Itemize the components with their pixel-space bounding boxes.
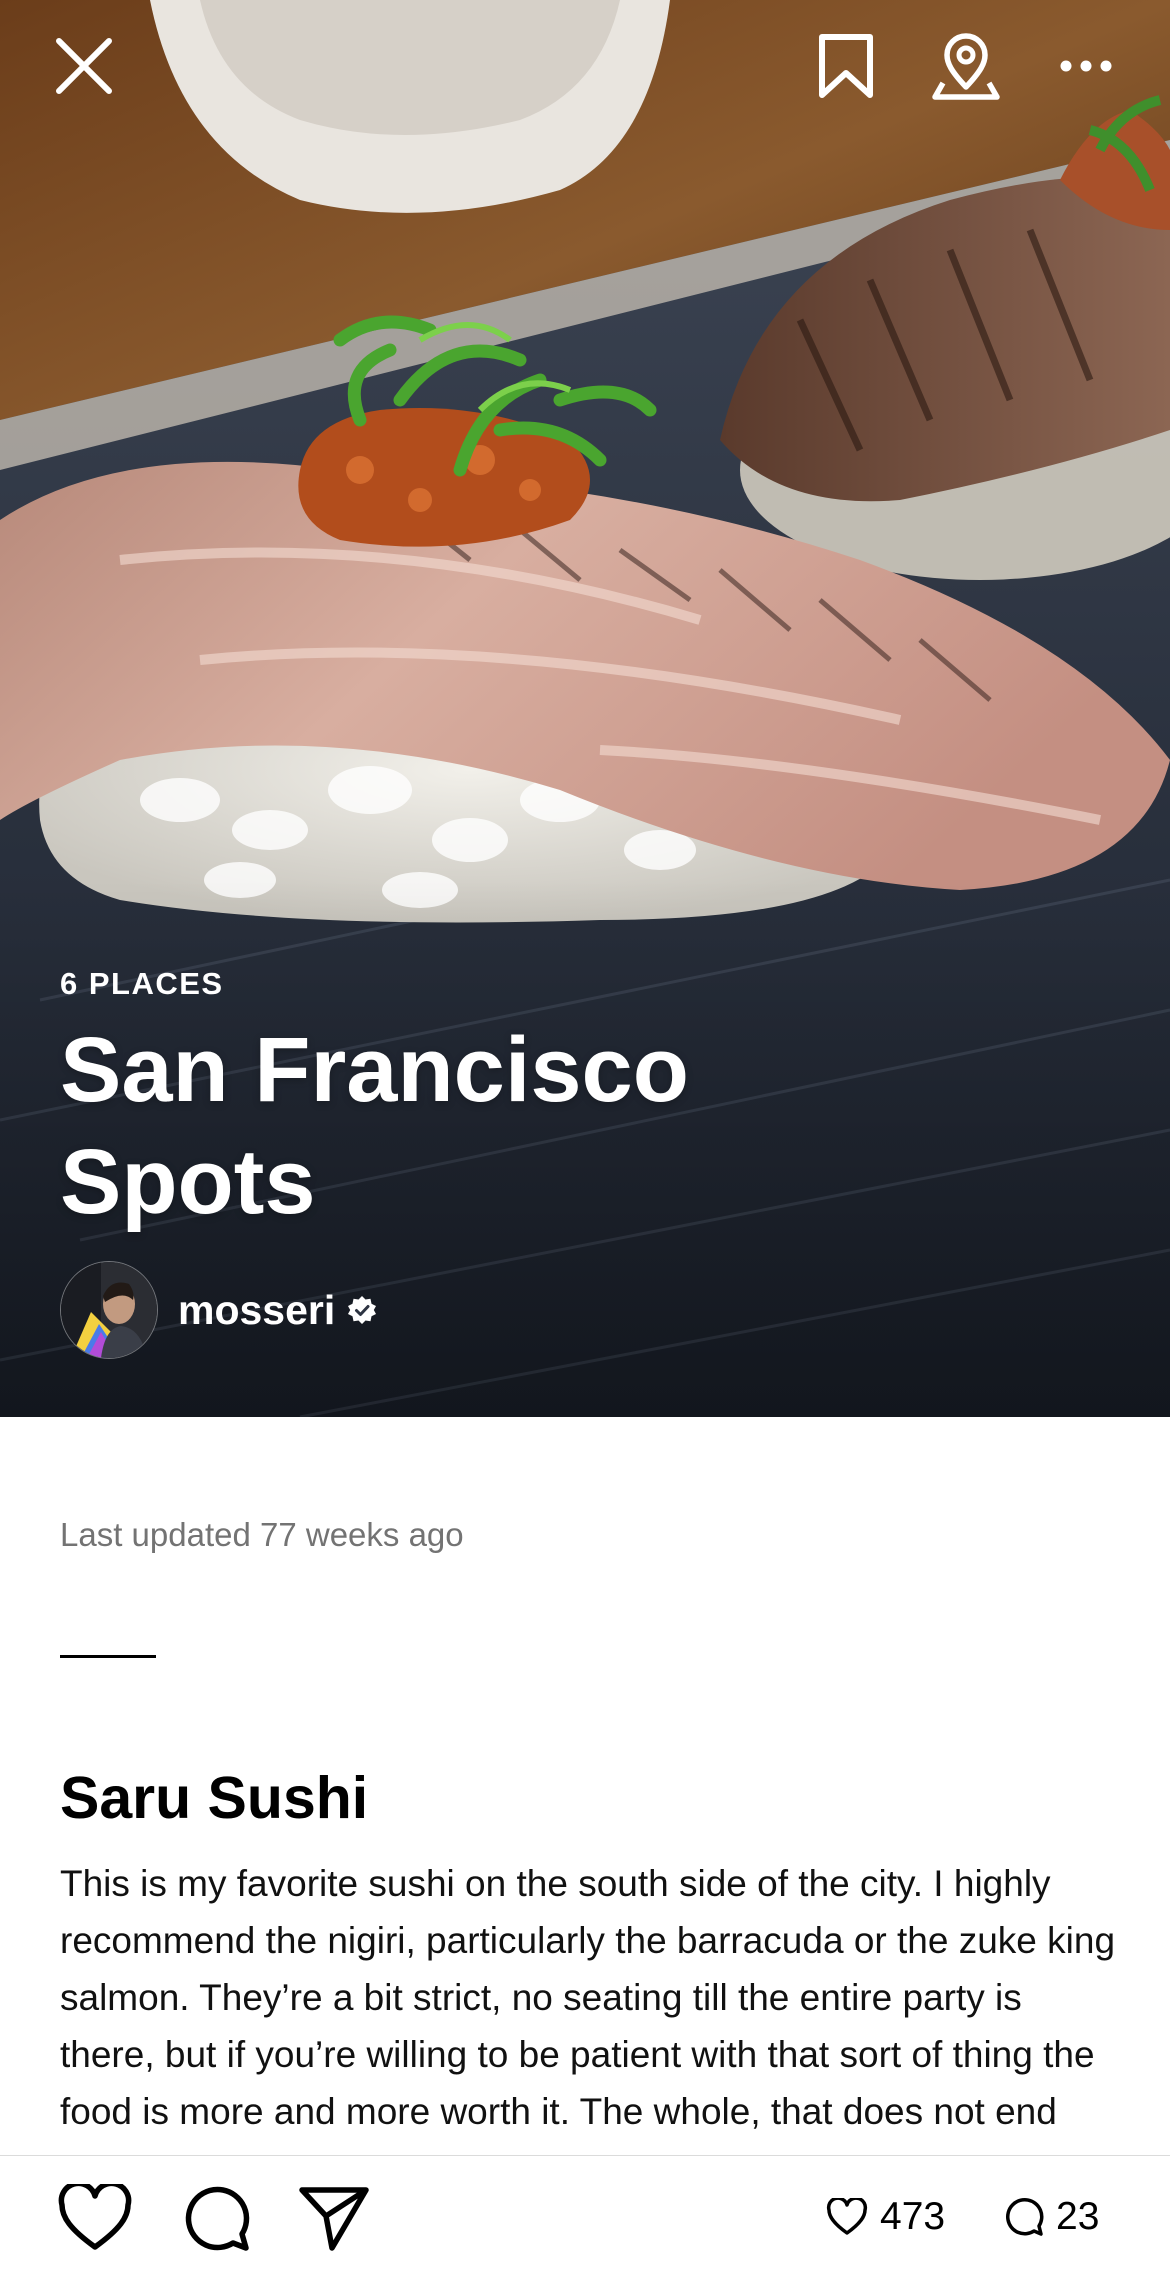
comment-button[interactable] xyxy=(182,2184,250,2257)
heart-small-icon xyxy=(826,2198,868,2235)
cover-photo: 6 PLACES San Francisco Spots mosseri xyxy=(0,0,1170,1417)
author-row[interactable]: mosseri xyxy=(60,1261,377,1359)
comments-count[interactable]: 23 xyxy=(1004,2192,1099,2242)
places-count: 6 PLACES xyxy=(60,966,224,1001)
likes-count[interactable]: 473 xyxy=(826,2192,945,2242)
map-button[interactable] xyxy=(928,28,1004,104)
place-description: This is my favorite sushi on the south s… xyxy=(60,1863,1116,2132)
close-icon xyxy=(56,38,112,94)
save-button[interactable] xyxy=(808,28,884,104)
comment-small-icon xyxy=(1005,2197,1044,2236)
author-name[interactable]: mosseri xyxy=(178,1287,335,1334)
comment-icon xyxy=(185,2186,250,2251)
place-name[interactable]: Saru Sushi xyxy=(60,1760,368,1836)
map-pin-icon xyxy=(932,33,1000,100)
send-icon xyxy=(299,2187,369,2251)
more-options-button[interactable] xyxy=(1048,28,1124,104)
top-bar xyxy=(0,0,1170,130)
guide-title: San Francisco Spots xyxy=(60,1019,689,1233)
likes-value: 473 xyxy=(880,2195,946,2238)
guide-header: 6 PLACES San Francisco Spots xyxy=(60,958,1110,1238)
author-photo xyxy=(61,1262,157,1358)
close-button[interactable] xyxy=(46,28,122,104)
bottom-action-bar: 473 23 xyxy=(0,2155,1170,2280)
like-button[interactable] xyxy=(58,2180,132,2257)
verified-badge-icon xyxy=(347,1295,377,1325)
last-updated: Last updated 77 weeks ago xyxy=(60,1516,464,1553)
heart-icon xyxy=(58,2180,132,2250)
divider xyxy=(60,1655,156,1658)
comments-value: 23 xyxy=(1056,2195,1100,2238)
avatar[interactable] xyxy=(60,1261,158,1359)
more-horizontal-icon xyxy=(1060,60,1112,72)
bookmark-icon xyxy=(819,34,873,98)
share-button[interactable] xyxy=(298,2184,370,2257)
